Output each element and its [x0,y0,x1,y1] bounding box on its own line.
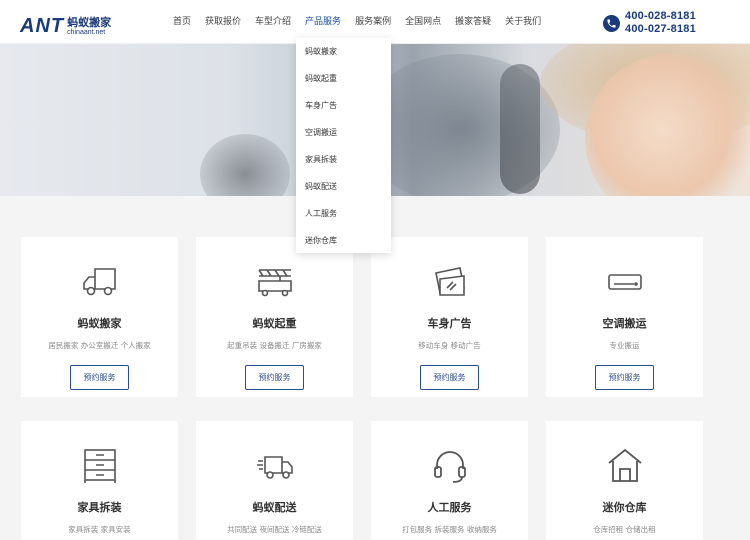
nav-home[interactable]: 首页 [166,0,198,44]
service-subtitle: 仓库招租 仓储出租 [593,525,656,534]
logo-chinese: 蚂蚁搬家 [67,16,112,29]
card-ad-icon [431,263,469,301]
service-title: 迷你仓库 [602,501,647,514]
nav-about[interactable]: 关于我们 [498,0,548,44]
dropdown-item[interactable]: 蚂蚁起重 [296,65,391,92]
service-card-manual: 人工服务 打包服务 拆装服务 收纳服务 [371,421,528,540]
service-subtitle: 移动车身 移动广告 [418,341,481,350]
phone-number-1[interactable]: 400-028-8181 [625,10,696,23]
service-card-vehicle-ads: 车身广告 移动车身 移动广告 预约服务 [371,237,528,397]
book-service-button[interactable]: 预约服务 [70,365,129,390]
phone-numbers: 400-028-8181 400-027-8181 [625,10,696,36]
nav-vehicle-types[interactable]: 车型介绍 [248,0,298,44]
phone-icon [603,14,620,32]
logo-mark: ANT [20,15,65,37]
delivery-truck-icon [256,447,294,485]
service-title: 人工服务 [427,501,472,514]
service-subtitle: 共同配送 夜间配送 冷链配送 [227,525,322,534]
service-title: 蚂蚁起重 [252,317,297,330]
book-service-button[interactable]: 预约服务 [595,365,654,390]
service-title: 蚂蚁配送 [252,501,297,514]
products-dropdown: 蚂蚁搬家 蚂蚁起重 车身广告 空调搬运 家具拆装 蚂蚁配送 人工服务 迷你仓库 [296,38,391,253]
service-card-moving: 蚂蚁搬家 居民搬家 办公室搬迁 个人搬家 预约服务 [21,237,178,397]
air-conditioner-icon [606,263,644,301]
dropdown-item[interactable]: 家具拆装 [296,146,391,173]
service-title: 空调搬运 [602,317,647,330]
dropdown-item[interactable]: 车身广告 [296,92,391,119]
service-title: 车身广告 [427,317,472,330]
service-card-furniture: 家具拆装 家具拆装 家具安装 [21,421,178,540]
headset-icon [431,447,469,485]
truck-icon [81,263,119,301]
dropdown-item[interactable]: 蚂蚁配送 [296,173,391,200]
service-subtitle: 打包服务 拆装服务 收纳服务 [402,525,497,534]
service-card-crane: 蚂蚁起重 起重吊装 设备搬迁 厂房搬家 预约服务 [196,237,353,397]
service-card-air-conditioner: 空调搬运 专业搬运 预约服务 [546,237,703,397]
logo-text: 蚂蚁搬家 chinaant.net [67,17,111,36]
dropdown-item[interactable]: 蚂蚁搬家 [296,38,391,65]
phone-number-2[interactable]: 400-027-8181 [625,23,696,36]
dropdown-item[interactable]: 空调搬运 [296,119,391,146]
dropdown-item[interactable]: 迷你仓库 [296,227,391,254]
nav-branches[interactable]: 全国网点 [398,0,448,44]
service-card-delivery: 蚂蚁配送 共同配送 夜间配送 冷链配送 [196,421,353,540]
service-card-mini-warehouse: 迷你仓库 仓库招租 仓储出租 [546,421,703,540]
nav-get-quote[interactable]: 获取报价 [198,0,248,44]
service-subtitle: 起重吊装 设备搬迁 厂房搬家 [227,341,322,350]
logo[interactable]: ANT 蚂蚁搬家 chinaant.net [20,10,111,36]
cabinet-icon [81,447,119,485]
service-subtitle: 居民搬家 办公室搬迁 个人搬家 [48,341,151,350]
service-subtitle: 专业搬运 [609,341,640,350]
book-service-button[interactable]: 预约服务 [420,365,479,390]
service-subtitle: 家具拆装 家具安装 [68,525,131,534]
dropdown-item[interactable]: 人工服务 [296,200,391,227]
service-title: 蚂蚁搬家 [77,317,122,330]
warehouse-icon [606,447,644,485]
book-service-button[interactable]: 预约服务 [245,365,304,390]
hotline: 400-028-8181 400-027-8181 [603,10,696,36]
logo-domain: chinaant.net [67,29,106,36]
service-title: 家具拆装 [77,501,122,514]
nav-faq[interactable]: 搬家答疑 [448,0,498,44]
crane-icon [256,263,294,301]
